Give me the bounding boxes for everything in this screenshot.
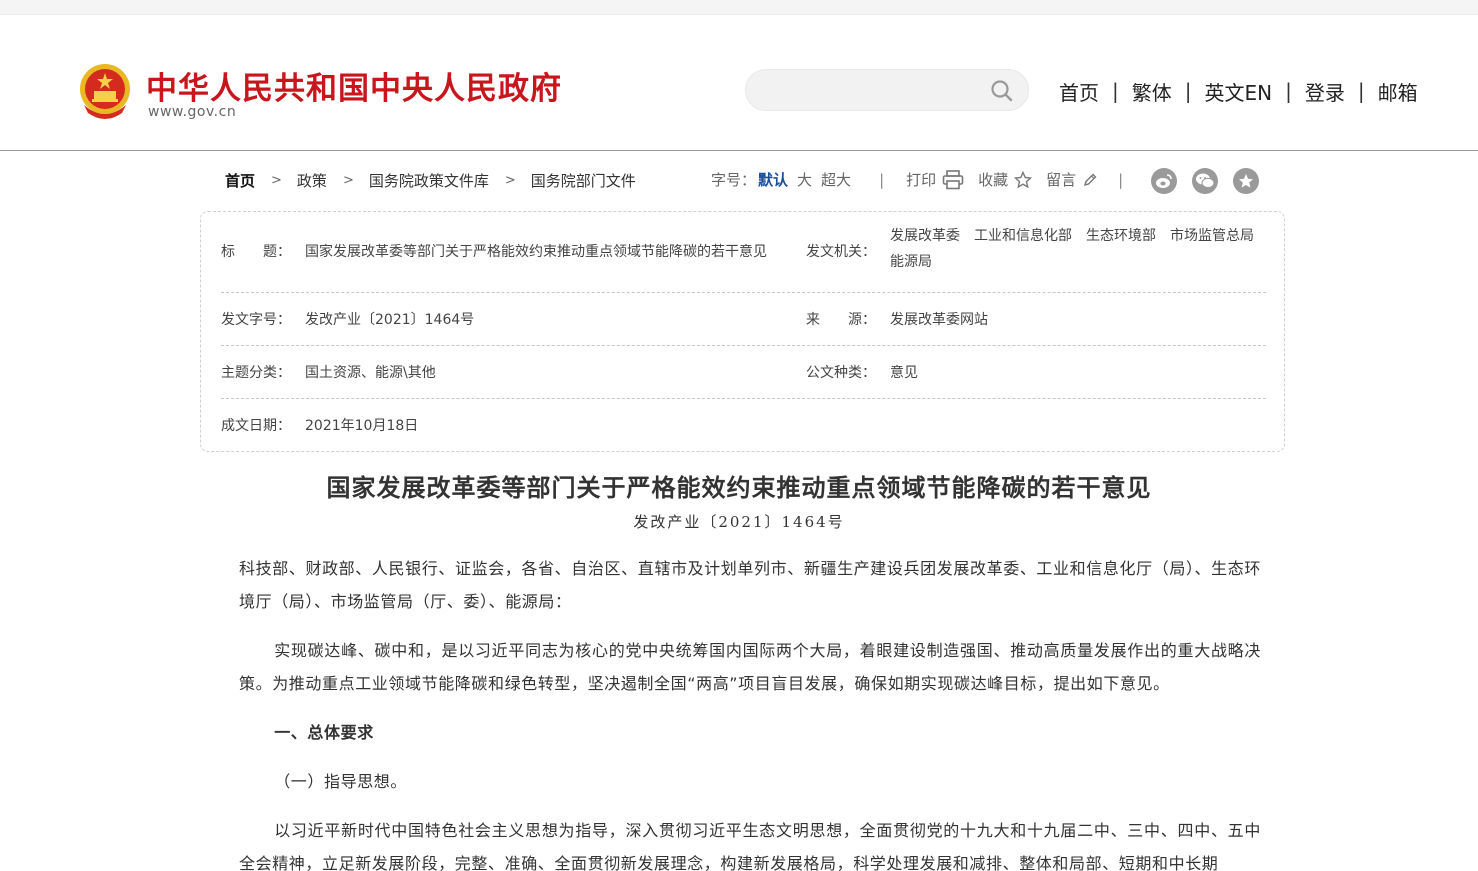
breadcrumb-home[interactable]: 首页 [225,170,255,191]
issuer-value: 发展改革委 工业和信息化部 生态环境部 市场监管总局 能源局 [890,228,1268,270]
comment-label: 留言 [1046,171,1077,189]
favorite-label: 收藏 [978,171,1009,189]
date-value: 2021年10月18日 [305,418,419,434]
document-title: 国家发展改革委等部门关于严格能效约束推动重点领域节能降碳的若干意见 [326,473,1152,502]
comment-button[interactable]: 留言 [1046,169,1098,190]
top-nav: 首页 | 繁体 | 英文EN | 登录 | 邮箱 [1059,77,1418,105]
salutation-paragraph: 科技部、财政部、人民银行、证监会，各省、自治区、直辖市及计划单列市、新疆生产建设… [239,559,1261,611]
share-wechat-button[interactable] [1192,168,1218,194]
title-value: 国家发展改革委等部门关于严格能效约束推动重点领域节能降碳的若干意见 [305,244,767,260]
national-emblem-icon[interactable] [78,61,132,121]
share-weibo-button[interactable] [1151,168,1177,194]
tools-separator: | [879,170,885,189]
nav-english[interactable]: 英文EN [1205,77,1273,106]
nav-home[interactable]: 首页 [1059,77,1099,106]
printer-icon [942,169,964,189]
font-size-xlarge[interactable]: 超大 [821,169,851,190]
breadcrumb-chevron-icon: > [342,173,354,188]
breadcrumb: 首页 > 政策 > 国务院政策文件库 > 国务院部门文件 [225,170,636,191]
font-size-large[interactable]: 大 [797,169,812,190]
breadcrumb-department-docs[interactable]: 国务院部门文件 [531,170,636,191]
tools-separator: | [1118,170,1124,189]
search-input[interactable] [764,78,984,102]
source-label: 来 源： [806,312,876,328]
topic-value: 国土资源、能源\其他 [305,365,436,381]
topic-label: 主题分类： [221,365,291,381]
search-box [745,69,1029,111]
font-size-label: 字号： [711,171,757,189]
site-title[interactable]: 中华人民共和国中央人民政府 [146,63,562,108]
docno-label: 发文字号： [221,312,291,328]
nav-mail[interactable]: 邮箱 [1378,77,1418,106]
nav-login[interactable]: 登录 [1305,77,1345,106]
breadcrumb-chevron-icon: > [504,173,516,188]
breadcrumb-chevron-icon: > [271,173,282,188]
font-size-default[interactable]: 默认 [758,169,788,190]
subsection-heading: （一）指导思想。 [274,772,407,791]
source-value: 发展改革委网站 [890,312,988,328]
nav-traditional[interactable]: 繁体 [1132,77,1172,106]
print-button[interactable]: 打印 [906,169,964,190]
info-row-topic: 主题分类： 国土资源、能源\其他 公文种类： 意见 [221,346,1266,399]
intro-paragraph: 实现碳达峰、碳中和，是以习近平同志为核心的党中央统筹国内国际两个大局，着眼建设制… [239,641,1261,693]
type-value: 意见 [890,365,918,381]
site-url[interactable]: www.gov.cn [148,104,236,120]
info-row-docno: 发文字号： 发改产业〔2021〕1464号 来 源： 发展改革委网站 [221,293,1266,346]
pencil-icon [1084,173,1097,186]
article-tools: 字号： 默认 大 超大 | 打印 收藏 留言 | [711,169,1145,190]
top-strip [0,0,1478,15]
star-icon [1239,174,1253,188]
nav-separator: | [1184,79,1192,103]
breadcrumb-policy[interactable]: 政策 [297,170,327,191]
title-label: 标 题： [221,244,291,260]
type-label: 公文种类： [806,365,876,381]
docno-value: 发改产业〔2021〕1464号 [305,312,475,328]
document-number: 发改产业〔2021〕1464号 [633,513,845,531]
nav-separator: | [1357,79,1365,103]
nav-separator: | [1285,79,1292,103]
info-row-date: 成文日期： 2021年10月18日 [221,399,1266,451]
section-heading: 一、总体要求 [274,723,374,742]
weibo-icon [1156,174,1172,188]
star-outline-icon [1014,170,1033,188]
issuer-label: 发文机关： [806,244,876,260]
date-label: 成文日期： [221,418,291,434]
search-icon[interactable] [990,79,1014,103]
print-label: 打印 [906,171,937,189]
info-row-title: 标 题： 国家发展改革委等部门关于严格能效约束推动重点领域节能降碳的若干意见 发… [221,212,1268,293]
guiding-thought-paragraph: 以习近平新时代中国特色社会主义思想为指导，深入贯彻习近平生态文明思想，全面贯彻党… [239,821,1261,871]
nav-separator: | [1112,79,1119,103]
site-header: 中华人民共和国中央人民政府 www.gov.cn 首页 | 繁体 | 英文EN … [0,15,1478,151]
wechat-icon [1196,173,1215,189]
document-info-table: 标 题： 国家发展改革委等部门关于严格能效约束推动重点领域节能降碳的若干意见 发… [200,211,1285,452]
favorite-button[interactable]: 收藏 [978,169,1033,190]
breadcrumb-policy-library[interactable]: 国务院政策文件库 [369,170,489,191]
share-favorite-button[interactable] [1233,168,1259,194]
